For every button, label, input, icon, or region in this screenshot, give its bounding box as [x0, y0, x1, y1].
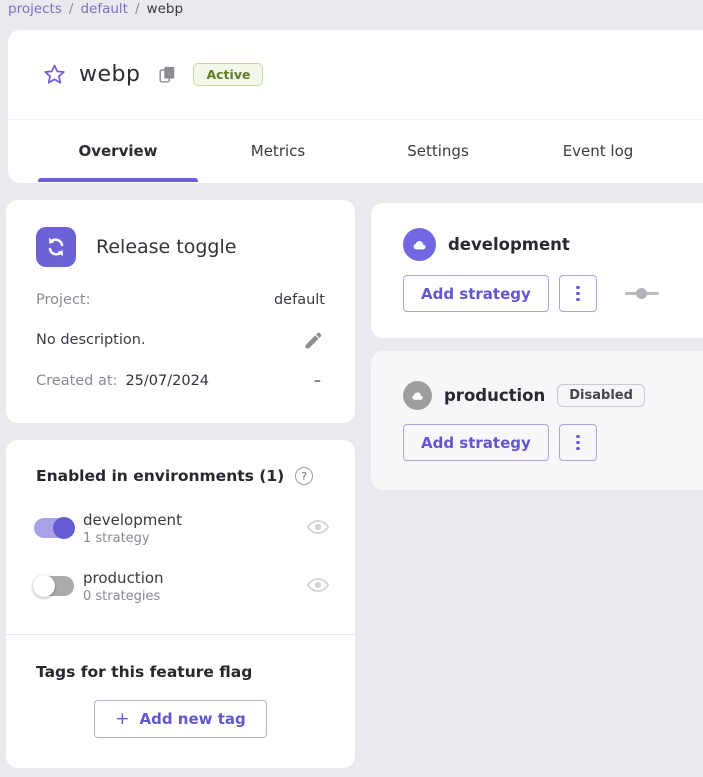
- created-label: Created at:: [36, 373, 117, 389]
- feature-flag-page: projects / default / webp webp Active Ov…: [0, 0, 703, 777]
- production-cloud-icon: [403, 381, 432, 410]
- environment-name: production: [83, 569, 164, 587]
- breadcrumb: projects / default / webp: [8, 1, 183, 17]
- panel-actions: Add strategy: [403, 275, 703, 312]
- flag-type-label: Release toggle: [96, 236, 236, 258]
- tab-bar: Overview Metrics Settings Event log: [8, 120, 703, 182]
- flag-type-row: Release toggle: [36, 227, 325, 267]
- kebab-icon: [576, 292, 580, 296]
- favorite-star-icon[interactable]: [42, 63, 66, 87]
- expiry-placeholder: –: [314, 373, 321, 389]
- development-toggle[interactable]: [34, 518, 74, 538]
- kebab-menu-button[interactable]: [559, 424, 597, 461]
- breadcrumb-separator: /: [69, 1, 74, 17]
- disabled-badge: Disabled: [557, 384, 645, 407]
- description-row: No description.: [36, 328, 325, 352]
- production-environment-panel: production Disabled Add strategy: [371, 351, 703, 490]
- kebab-icon: [576, 435, 580, 439]
- add-new-tag-label: Add new tag: [139, 710, 245, 728]
- tab-metrics[interactable]: Metrics: [198, 120, 358, 182]
- add-new-tag-button[interactable]: + Add new tag: [94, 700, 267, 738]
- edit-description-icon[interactable]: [301, 328, 325, 352]
- breadcrumb-default[interactable]: default: [80, 1, 128, 17]
- add-tag-container: + Add new tag: [6, 700, 355, 738]
- breadcrumb-projects[interactable]: projects: [8, 1, 62, 17]
- plus-icon: +: [115, 709, 129, 729]
- status-badge: Active: [193, 63, 263, 86]
- flag-title-row: webp Active: [8, 30, 703, 120]
- breadcrumb-current-flag: webp: [147, 1, 184, 17]
- add-strategy-button[interactable]: Add strategy: [403, 424, 549, 461]
- flag-header-card: webp Active Overview Metrics Settings Ev: [8, 30, 703, 183]
- tab-overview-label: Overview: [78, 142, 157, 160]
- help-icon[interactable]: ?: [295, 467, 313, 485]
- kebab-icon: [576, 447, 580, 451]
- panel-environment-name: production: [444, 386, 545, 405]
- eye-icon[interactable]: [305, 515, 331, 541]
- production-toggle[interactable]: [34, 576, 74, 596]
- add-strategy-button[interactable]: Add strategy: [403, 275, 549, 312]
- environment-strategy-count: 1 strategy: [83, 531, 182, 546]
- tab-overview[interactable]: Overview: [38, 120, 198, 182]
- environment-strategy-count: 0 strategies: [83, 589, 164, 604]
- toggle-knob: [33, 575, 55, 597]
- environment-info: development 1 strategy: [83, 511, 182, 546]
- project-row: Project: default: [36, 292, 325, 308]
- kebab-icon: [576, 286, 580, 290]
- eye-icon[interactable]: [305, 573, 331, 599]
- created-value: 25/07/2024: [125, 373, 209, 389]
- kebab-menu-button[interactable]: [559, 275, 597, 312]
- created-row: Created at: 25/07/2024 –: [36, 373, 325, 389]
- panel-actions: Add strategy: [403, 424, 703, 461]
- description-text: No description.: [36, 332, 146, 348]
- tab-settings[interactable]: Settings: [358, 120, 518, 182]
- development-environment-panel: development Add strategy: [371, 203, 703, 338]
- environment-row-development: development 1 strategy: [6, 507, 355, 549]
- collapse-handle-icon[interactable]: [625, 288, 659, 299]
- flag-details-card: Release toggle Project: default No descr…: [6, 200, 355, 423]
- panel-header: production Disabled: [403, 381, 703, 410]
- tab-settings-label: Settings: [407, 142, 469, 160]
- development-cloud-icon: [403, 228, 436, 261]
- environment-row-production: production 0 strategies: [6, 565, 355, 607]
- copy-icon[interactable]: [157, 64, 177, 86]
- environment-info: production 0 strategies: [83, 569, 164, 604]
- handle-knob: [636, 288, 647, 299]
- tab-event-log[interactable]: Event log: [518, 120, 678, 182]
- panel-environment-name: development: [448, 235, 570, 254]
- release-toggle-icon: [36, 227, 76, 267]
- active-tab-underline: [38, 178, 198, 182]
- environments-title-row: Enabled in environments (1) ?: [6, 440, 355, 485]
- toggle-knob: [53, 517, 75, 539]
- project-label: Project:: [36, 292, 91, 308]
- environment-name: development: [83, 511, 182, 529]
- panel-header: development: [403, 228, 703, 261]
- project-value[interactable]: default: [274, 292, 325, 308]
- kebab-icon: [576, 298, 580, 302]
- breadcrumb-separator: /: [135, 1, 140, 17]
- tab-event-log-label: Event log: [563, 142, 634, 160]
- environments-title: Enabled in environments (1): [36, 467, 284, 485]
- tab-metrics-label: Metrics: [251, 142, 305, 160]
- tags-title: Tags for this feature flag: [6, 635, 355, 681]
- environments-tags-card: Enabled in environments (1) ? developmen…: [6, 440, 355, 768]
- page-title: webp: [79, 62, 140, 87]
- kebab-icon: [576, 441, 580, 445]
